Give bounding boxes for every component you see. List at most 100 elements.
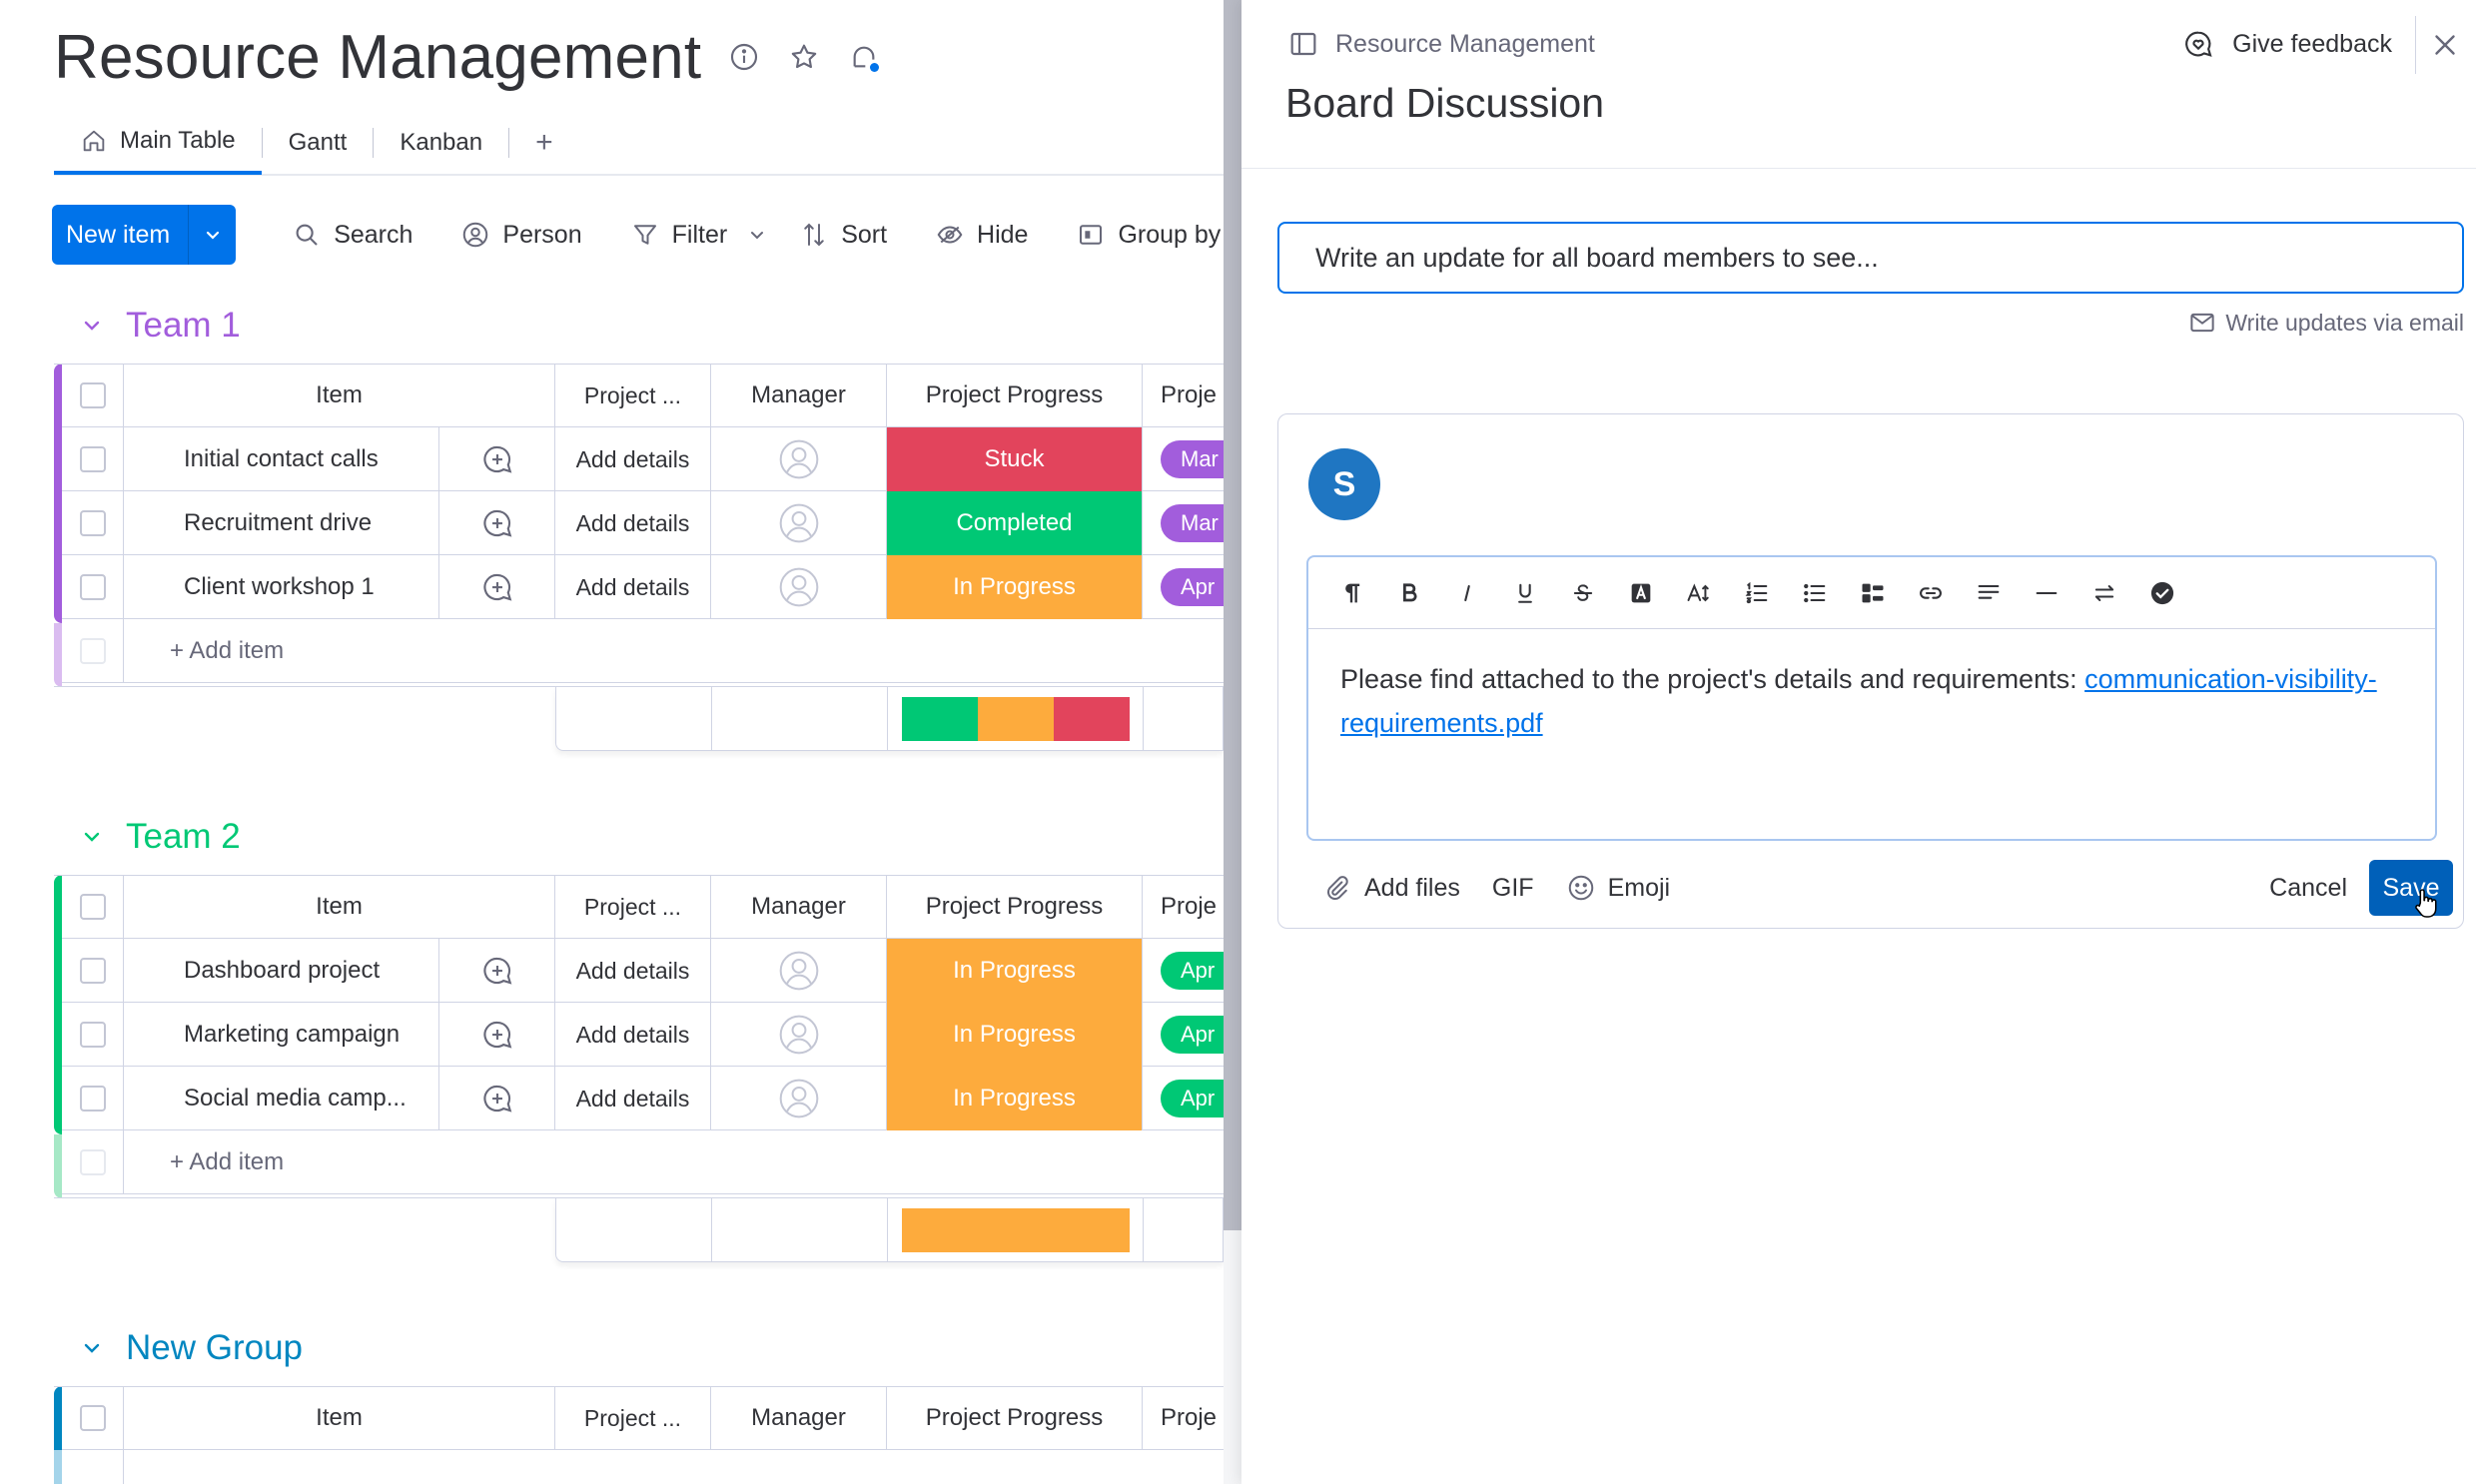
close-panel-button[interactable] bbox=[2428, 28, 2462, 62]
project-details-cell[interactable]: Add details bbox=[555, 427, 711, 491]
editor-content[interactable]: Please find attached to the project's de… bbox=[1340, 657, 2409, 745]
add-view-button[interactable]: + bbox=[509, 126, 579, 160]
row-checkbox[interactable] bbox=[79, 574, 106, 600]
person-filter-button[interactable]: Person bbox=[460, 220, 582, 250]
row-check-cell[interactable] bbox=[62, 1003, 124, 1067]
add-update-cell[interactable] bbox=[439, 491, 555, 555]
select-all-cell[interactable] bbox=[62, 364, 124, 427]
filter-button[interactable]: Filter bbox=[630, 220, 727, 250]
tag-cell[interactable]: Apr bbox=[1143, 555, 1224, 619]
status-cell[interactable]: In Progress bbox=[887, 555, 1143, 619]
item-name[interactable]: Initial contact calls bbox=[124, 427, 439, 491]
row-check-cell[interactable] bbox=[62, 427, 124, 491]
select-all-cell[interactable] bbox=[62, 875, 124, 939]
manager-cell[interactable] bbox=[711, 939, 887, 1003]
add-update-cell[interactable] bbox=[439, 1003, 555, 1067]
add-item-input[interactable]: + Add item bbox=[124, 1462, 1224, 1484]
status-cell[interactable]: Completed bbox=[887, 491, 1143, 555]
project-details-cell[interactable]: Add details bbox=[555, 555, 711, 619]
strikethrough-button[interactable] bbox=[1554, 564, 1612, 622]
status-cell[interactable]: In Progress bbox=[887, 1067, 1143, 1130]
write-update-input[interactable]: Write an update for all board members to… bbox=[1277, 222, 2464, 294]
write-via-email-link[interactable]: Write updates via email bbox=[2187, 308, 2464, 338]
italic-button[interactable] bbox=[1438, 564, 1496, 622]
column-header-project[interactable]: Project ... bbox=[555, 1386, 711, 1450]
status-cell[interactable]: In Progress bbox=[887, 1003, 1143, 1067]
group-title[interactable]: Team 2 bbox=[80, 817, 241, 857]
manager-cell[interactable] bbox=[711, 1003, 887, 1067]
group-title[interactable]: New Group bbox=[80, 1328, 303, 1368]
select-all-cell[interactable] bbox=[62, 1386, 124, 1450]
column-header-manager[interactable]: Manager bbox=[711, 364, 887, 427]
manager-cell[interactable] bbox=[711, 555, 887, 619]
new-item-button[interactable]: New item bbox=[52, 205, 237, 265]
tag-cell[interactable]: Mar bbox=[1143, 491, 1224, 555]
row-checkbox[interactable] bbox=[79, 510, 106, 536]
rich-text-editor[interactable]: Please find attached to the project's de… bbox=[1306, 555, 2437, 841]
status-cell[interactable]: Stuck bbox=[887, 427, 1143, 491]
chevron-down-icon[interactable] bbox=[745, 223, 769, 247]
tab-main-table[interactable]: Main Table bbox=[54, 111, 262, 175]
sort-button[interactable]: Sort bbox=[799, 220, 887, 250]
paragraph-button[interactable] bbox=[1322, 564, 1380, 622]
new-item-label[interactable]: New item bbox=[52, 205, 188, 265]
search-button[interactable]: Search bbox=[292, 220, 413, 250]
checklist-button[interactable] bbox=[1844, 564, 1902, 622]
align-button[interactable] bbox=[1960, 564, 2018, 622]
column-header-progress[interactable]: Project Progress bbox=[887, 875, 1143, 939]
activity-bell-icon[interactable] bbox=[847, 40, 881, 74]
link-button[interactable] bbox=[1902, 564, 1960, 622]
text-direction-button[interactable] bbox=[2075, 564, 2133, 622]
column-header-proj2[interactable]: Proje bbox=[1143, 364, 1224, 427]
column-header-progress[interactable]: Project Progress bbox=[887, 1386, 1143, 1450]
add-files-button[interactable]: Add files bbox=[1322, 873, 1460, 903]
item-name[interactable]: Dashboard project bbox=[124, 939, 439, 1003]
column-header-manager[interactable]: Manager bbox=[711, 1386, 887, 1450]
manager-cell[interactable] bbox=[711, 491, 887, 555]
underline-button[interactable] bbox=[1496, 564, 1554, 622]
info-icon[interactable] bbox=[727, 40, 761, 74]
bold-button[interactable] bbox=[1380, 564, 1438, 622]
project-details-cell[interactable]: Add details bbox=[555, 1003, 711, 1067]
select-all-checkbox[interactable] bbox=[79, 382, 106, 408]
row-check-cell[interactable] bbox=[62, 491, 124, 555]
select-all-checkbox[interactable] bbox=[79, 894, 106, 920]
group-title[interactable]: Team 1 bbox=[80, 306, 241, 346]
project-details-cell[interactable]: Add details bbox=[555, 491, 711, 555]
tag-cell[interactable]: Apr bbox=[1143, 939, 1224, 1003]
gif-button[interactable]: GIF bbox=[1492, 874, 1534, 903]
item-name[interactable]: Recruitment drive bbox=[124, 491, 439, 555]
item-name[interactable]: Marketing campaign bbox=[124, 1003, 439, 1067]
item-name[interactable]: Social media camp... bbox=[124, 1067, 439, 1130]
project-details-cell[interactable]: Add details bbox=[555, 1067, 711, 1130]
cancel-button[interactable]: Cancel bbox=[2269, 860, 2347, 916]
manager-cell[interactable] bbox=[711, 427, 887, 491]
add-update-cell[interactable] bbox=[439, 555, 555, 619]
column-header-project[interactable]: Project ... bbox=[555, 875, 711, 939]
add-item-input[interactable]: + Add item bbox=[124, 619, 1224, 683]
bullet-list-button[interactable] bbox=[1786, 564, 1844, 622]
row-check-cell[interactable] bbox=[62, 555, 124, 619]
hide-button[interactable]: Hide bbox=[935, 220, 1028, 250]
column-header-proj2[interactable]: Proje bbox=[1143, 875, 1224, 939]
row-checkbox[interactable] bbox=[79, 1022, 106, 1048]
star-icon[interactable] bbox=[787, 40, 821, 74]
emoji-button[interactable]: Emoji bbox=[1566, 873, 1670, 903]
row-checkbox[interactable] bbox=[79, 1086, 106, 1112]
tag-cell[interactable]: Apr bbox=[1143, 1003, 1224, 1067]
select-all-checkbox[interactable] bbox=[79, 1405, 106, 1431]
give-feedback-button[interactable]: Give feedback bbox=[2182, 28, 2392, 60]
column-header-proj2[interactable]: Proje bbox=[1143, 1386, 1224, 1450]
tab-gantt[interactable]: Gantt bbox=[263, 111, 374, 175]
group-by-button[interactable]: Group by bbox=[1076, 220, 1221, 250]
manager-cell[interactable] bbox=[711, 1067, 887, 1130]
add-update-cell[interactable] bbox=[439, 427, 555, 491]
add-update-cell[interactable] bbox=[439, 939, 555, 1003]
add-item-input[interactable]: + Add item bbox=[124, 1130, 1224, 1194]
chevron-down-icon[interactable] bbox=[80, 314, 104, 338]
status-cell[interactable]: In Progress bbox=[887, 939, 1143, 1003]
font-size-button[interactable] bbox=[1670, 564, 1728, 622]
column-header-item[interactable]: Item bbox=[124, 875, 555, 939]
summary-cell-progress[interactable] bbox=[888, 1198, 1144, 1261]
board-scrollbar-thumb[interactable] bbox=[1224, 0, 1241, 1230]
